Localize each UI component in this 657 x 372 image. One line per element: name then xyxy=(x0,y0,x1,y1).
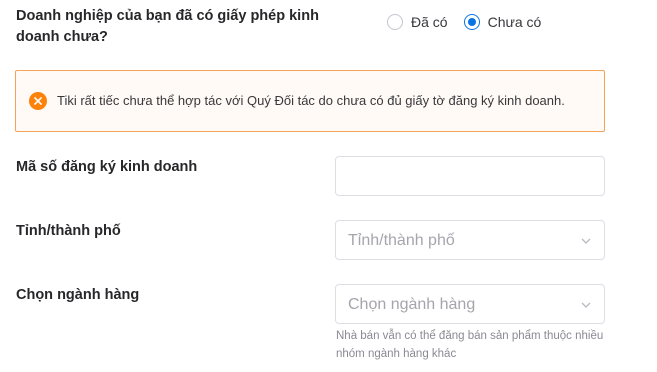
radio-unchecked-icon[interactable] xyxy=(387,14,403,30)
license-radio-group: Đã có Chưa có xyxy=(387,14,557,30)
business-code-field[interactable] xyxy=(335,156,605,196)
alert-message: Tiki rất tiếc chưa thể hợp tác với Quý Đ… xyxy=(57,93,565,108)
license-question-label: Doanh nghiệp của bạn đã có giấy phép kin… xyxy=(16,8,319,45)
radio-label-chua-co: Chưa có xyxy=(487,14,542,30)
radio-option-chua-co[interactable]: Chưa có xyxy=(463,14,542,30)
business-code-label: Mã số đăng ký kinh doanh xyxy=(16,159,198,175)
chevron-down-icon xyxy=(581,302,591,308)
province-placeholder: Tỉnh/thành phố xyxy=(348,232,455,249)
category-select[interactable]: Chọn ngành hàng xyxy=(335,284,605,324)
category-hint: Nhà bán vẫn có thể đăng bán sản phẩm thu… xyxy=(336,330,604,360)
category-placeholder: Chọn ngành hàng xyxy=(348,296,476,313)
chevron-down-icon xyxy=(581,238,591,244)
province-select[interactable]: Tỉnh/thành phố xyxy=(335,220,605,260)
business-code-input[interactable] xyxy=(336,157,604,195)
close-circle-icon xyxy=(29,92,47,110)
radio-checked-icon[interactable] xyxy=(463,14,480,30)
radio-label-da-co: Đã có xyxy=(411,14,448,30)
province-label: Tỉnh/thành phố xyxy=(16,223,121,239)
radio-option-da-co[interactable]: Đã có xyxy=(387,14,448,30)
warning-alert: Tiki rất tiếc chưa thể hợp tác với Quý Đ… xyxy=(15,70,605,132)
category-label: Chọn ngành hàng xyxy=(16,287,140,303)
